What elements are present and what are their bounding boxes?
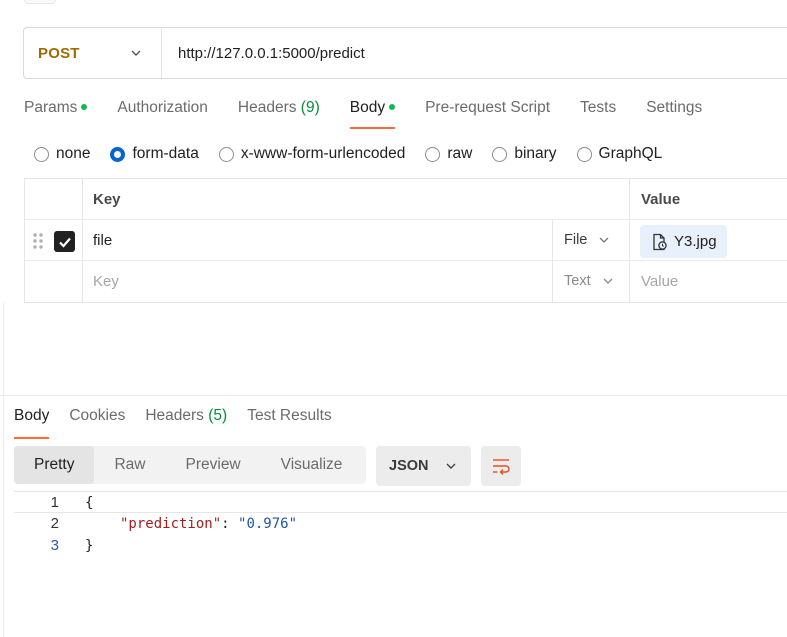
view-mode-toggle: Pretty Raw Preview Visualize xyxy=(14,446,366,484)
file-chip[interactable]: Y3.jpg xyxy=(640,225,727,258)
request-tabs: Params Authorization Headers (9) Body Pr… xyxy=(24,96,732,130)
radio-form-data[interactable]: form-data xyxy=(110,145,199,163)
view-pretty[interactable]: Pretty xyxy=(14,446,95,484)
line-number: 2 xyxy=(50,515,59,532)
radio-x-www-form-urlencoded[interactable]: x-www-form-urlencoded xyxy=(218,145,406,163)
response-body-code[interactable]: 1 { 2 "prediction": "0.976" 3 } xyxy=(14,491,787,561)
status-dot xyxy=(81,103,88,110)
tab-headers[interactable]: Headers (9) xyxy=(238,96,320,122)
code-text: "prediction": "0.976" xyxy=(120,513,297,535)
table-row: Key Text Value xyxy=(25,261,787,303)
tab-response-body[interactable]: Body xyxy=(14,405,50,439)
tab-pre-request-label: Pre-request Script xyxy=(425,99,551,116)
line-number: 3 xyxy=(50,537,59,554)
radio-circle xyxy=(34,146,49,162)
response-tabs: Body Cookies Headers (5) Test Results xyxy=(14,405,352,439)
method-label: POST xyxy=(38,44,80,62)
tab-body[interactable]: Body xyxy=(349,96,396,129)
chevron-down-icon xyxy=(446,463,455,469)
line-number: 1 xyxy=(50,494,59,511)
view-visualize[interactable]: Visualize xyxy=(261,446,363,484)
type-select-label: File xyxy=(564,232,588,248)
tab-params[interactable]: Params xyxy=(24,96,88,122)
radio-binary[interactable]: binary xyxy=(492,145,557,163)
view-preview[interactable]: Preview xyxy=(166,446,261,484)
json-colon: : xyxy=(221,516,239,532)
radio-circle xyxy=(576,146,592,162)
tab-headers-count: (9) xyxy=(300,99,320,116)
file-icon xyxy=(653,233,667,250)
radio-label: x-www-form-urlencoded xyxy=(240,145,406,162)
tab-headers-label: Headers xyxy=(237,99,297,116)
tab-response-headers-count: (5) xyxy=(208,407,228,424)
type-select[interactable]: Text xyxy=(564,273,613,289)
checkbox-checked-icon xyxy=(58,237,71,248)
top-tab-stub xyxy=(24,0,56,4)
tab-response-headers[interactable]: Headers (5) xyxy=(145,405,227,431)
wrap-lines-button[interactable] xyxy=(481,446,521,486)
form-data-table: Key Value file File Y3.jpg Key Text Valu… xyxy=(24,178,787,303)
radio-label: raw xyxy=(447,145,473,162)
radio-label: none xyxy=(56,145,91,162)
column-header-key: Key xyxy=(93,191,121,208)
radio-raw[interactable]: raw xyxy=(425,145,472,163)
tab-authorization[interactable]: Authorization xyxy=(117,96,207,122)
tab-tests[interactable]: Tests xyxy=(580,96,616,122)
json-value: "0.976" xyxy=(238,516,298,532)
body-type-options: none form-data x-www-form-urlencoded raw… xyxy=(34,143,682,165)
table-header-row: Key Value xyxy=(25,179,787,220)
type-select[interactable]: File xyxy=(564,232,609,248)
code-line: 1 { xyxy=(14,491,787,513)
chevron-down-icon xyxy=(599,237,609,243)
key-cell[interactable]: file xyxy=(93,232,112,249)
pane-divider[interactable] xyxy=(0,395,787,396)
radio-circle xyxy=(492,146,508,162)
row-enabled-checkbox[interactable] xyxy=(54,231,75,252)
code-text: { xyxy=(85,495,94,511)
code-line: 3 } xyxy=(14,535,787,557)
radio-label: GraphQL xyxy=(598,145,663,162)
tab-settings-label: Settings xyxy=(646,99,703,116)
tab-params-label: Params xyxy=(24,99,78,116)
radio-graphql[interactable]: GraphQL xyxy=(576,145,663,163)
table-row: file File Y3.jpg xyxy=(25,220,787,261)
url-input[interactable]: http://127.0.0.1:5000/predict xyxy=(162,45,365,62)
radio-label: binary xyxy=(514,145,557,162)
radio-circle-checked xyxy=(110,146,126,162)
key-input[interactable]: Key xyxy=(93,273,119,290)
drag-handle-icon[interactable] xyxy=(32,232,44,250)
tab-settings[interactable]: Settings xyxy=(646,96,702,122)
tab-authorization-label: Authorization xyxy=(117,99,208,116)
radio-circle xyxy=(425,146,441,162)
radio-none[interactable]: none xyxy=(34,145,90,163)
wrap-lines-icon xyxy=(493,459,510,475)
tab-response-headers-label: Headers xyxy=(145,407,204,424)
tab-pre-request-script[interactable]: Pre-request Script xyxy=(425,96,550,122)
type-select-label: Text xyxy=(564,273,591,289)
tab-response-body-label: Body xyxy=(14,407,50,424)
format-select[interactable]: JSON xyxy=(376,446,471,486)
tab-cookies-label: Cookies xyxy=(69,407,126,424)
request-url-bar: POST http://127.0.0.1:5000/predict xyxy=(23,27,787,79)
code-line: 2 "prediction": "0.976" xyxy=(14,513,787,535)
format-label: JSON xyxy=(389,458,429,474)
tab-cookies[interactable]: Cookies xyxy=(69,405,125,431)
tab-tests-label: Tests xyxy=(580,99,617,116)
method-select[interactable]: POST xyxy=(24,28,162,78)
column-header-value: Value xyxy=(641,191,681,208)
radio-circle xyxy=(218,146,234,162)
chevron-down-icon xyxy=(603,278,613,284)
tab-test-results[interactable]: Test Results xyxy=(247,405,331,431)
value-input[interactable]: Value xyxy=(641,273,678,290)
panel-border xyxy=(3,303,4,637)
tab-test-results-label: Test Results xyxy=(247,407,332,424)
status-dot xyxy=(389,103,396,110)
radio-label: form-data xyxy=(132,145,199,162)
view-raw[interactable]: Raw xyxy=(94,446,165,484)
code-text: } xyxy=(85,538,94,554)
json-key: "prediction" xyxy=(120,516,222,532)
chevron-down-icon xyxy=(131,50,141,56)
file-name: Y3.jpg xyxy=(674,233,717,250)
tab-body-label: Body xyxy=(349,99,386,116)
